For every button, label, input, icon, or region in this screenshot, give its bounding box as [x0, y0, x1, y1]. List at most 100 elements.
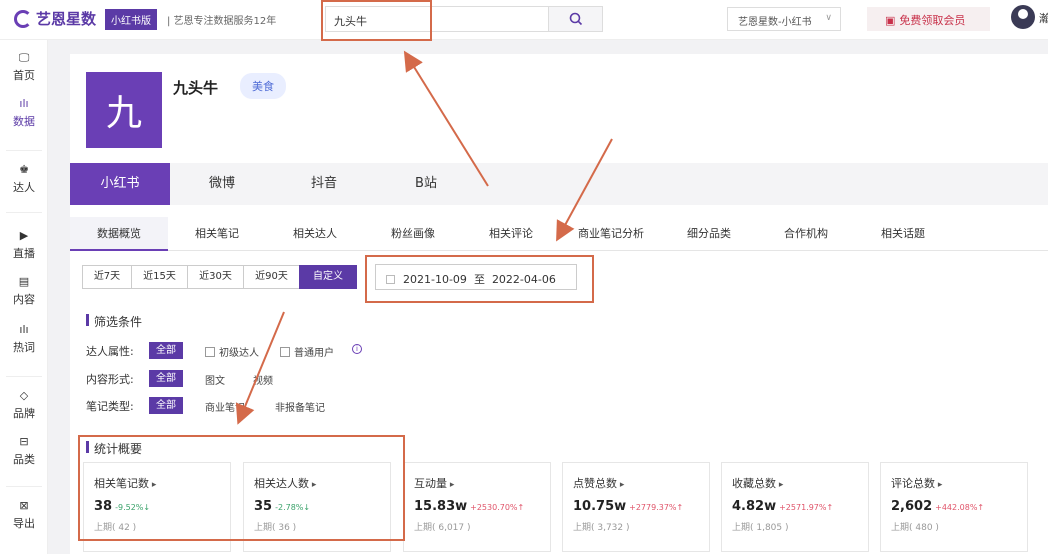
app-select-value: 艺恩星数-小红书 — [738, 17, 812, 28]
tab-data-overview[interactable]: 数据概览 — [70, 217, 168, 251]
search-icon — [569, 12, 582, 26]
logo[interactable]: 艺恩星数 — [14, 8, 96, 29]
brand-name: 九头牛 — [173, 79, 219, 97]
checkbox-icon — [280, 347, 290, 357]
search-highlight-box — [321, 0, 432, 41]
stat-value-row: 10.75w +2779.37%↑ — [573, 499, 683, 514]
stat-change: +2571.97%↑ — [779, 503, 834, 512]
sidebar-item-label: 品牌 — [13, 407, 35, 420]
divider — [6, 376, 42, 377]
main-panel: 九 九头牛 美食 小红书 微博 抖音 B站 数据概览 相关笔记 相关达人 粉丝画… — [70, 54, 1048, 554]
sidebar-item-data[interactable]: ılı 数据 — [0, 98, 48, 129]
stat-value-row: 15.83w +2530.70%↑ — [414, 499, 524, 514]
stat-card-interactions[interactable]: 互动量 15.83w+2530.70%↑ 上期( 6,017 ) — [403, 462, 551, 552]
filter-all-format[interactable]: 全部 — [149, 370, 183, 387]
sidebar: 🖵 首页 ılı 数据 ♚ 达人 ▶ 直播 ▤ 内容 ılı 热词 ◇ 品牌 ⊟ 品类 ⊠ 导出 — [0, 40, 48, 554]
option-label: 普通用户 — [294, 348, 334, 359]
stat-previous: 上期( 480 ) — [891, 523, 939, 533]
user-name[interactable]: 瀚 — [1039, 10, 1048, 26]
sidebar-item-brand[interactable]: ◇ 品牌 — [0, 390, 48, 421]
stat-value: 15.83w — [414, 499, 468, 514]
stat-value: 10.75w — [573, 499, 627, 514]
monitor-icon: 🖵 — [18, 51, 30, 64]
filter-option-junior[interactable]: 初级达人 — [205, 344, 259, 359]
tab-bilibili[interactable]: B站 — [376, 163, 476, 205]
sidebar-item-home[interactable]: 🖵 首页 — [0, 52, 48, 83]
search-button[interactable] — [549, 6, 603, 32]
vip-button[interactable]: ▣ 免费领取会员 — [867, 7, 990, 31]
tab-douyin[interactable]: 抖音 — [274, 163, 374, 205]
tab-fan-profile[interactable]: 粉丝画像 — [378, 217, 448, 251]
stat-previous: 上期( 3,732 ) — [573, 523, 630, 533]
stat-value-row: 4.82w +2571.97%↑ — [732, 499, 833, 514]
sidebar-item-label: 内容 — [13, 293, 35, 306]
stat-previous: 上期( 6,017 ) — [414, 523, 471, 533]
slogan: | 艺恩专注数据服务12年 — [167, 16, 277, 27]
stat-card-likes[interactable]: 点赞总数 10.75w+2779.37%↑ 上期( 3,732 ) — [562, 462, 710, 552]
filter-option-image-text[interactable]: 图文 — [205, 372, 225, 387]
stat-value-row: 2,602 +442.08%↑ — [891, 499, 984, 514]
range-15d-button[interactable]: 近15天 — [131, 265, 188, 289]
range-custom-button[interactable]: 自定义 — [299, 265, 357, 289]
stat-change: +442.08%↑ — [935, 503, 985, 512]
divider — [6, 150, 42, 151]
stat-previous: 上期( 1,805 ) — [732, 523, 789, 533]
stat-card-comments[interactable]: 评论总数 2,602+442.08%↑ 上期( 480 ) — [880, 462, 1028, 552]
person-icon: ♚ — [19, 163, 29, 176]
stat-card-favorites[interactable]: 收藏总数 4.82w+2571.97%↑ 上期( 1,805 ) — [721, 462, 869, 552]
app-select[interactable]: 艺恩星数-小红书 ∨ — [727, 7, 841, 31]
sidebar-item-label: 品类 — [13, 453, 35, 466]
sidebar-item-category[interactable]: ⊟ 品类 — [0, 436, 48, 467]
filter-all-influencer[interactable]: 全部 — [149, 342, 183, 359]
stat-change: +2530.70%↑ — [470, 503, 525, 512]
gift-icon: ▣ — [885, 14, 896, 27]
vip-label: 免费领取会员 — [899, 14, 966, 27]
sidebar-item-label: 首页 — [13, 69, 35, 82]
sidebar-item-label: 数据 — [13, 115, 35, 128]
logo-mark-icon — [14, 9, 32, 28]
tab-related-topics[interactable]: 相关话题 — [868, 217, 938, 251]
range-90d-button[interactable]: 近90天 — [243, 265, 300, 289]
sidebar-item-live[interactable]: ▶ 直播 — [0, 230, 48, 261]
chevron-down-icon: ∨ — [825, 13, 832, 23]
sidebar-item-influencer[interactable]: ♚ 达人 — [0, 164, 48, 195]
filter-label-influencer: 达人属性: — [86, 345, 134, 358]
range-30d-button[interactable]: 近30天 — [187, 265, 244, 289]
filter-option-commercial[interactable]: 商业笔记 — [205, 399, 245, 414]
filter-option-unreported[interactable]: 非报备笔记 — [275, 399, 325, 414]
avatar[interactable] — [1011, 5, 1035, 29]
tab-commercial-notes[interactable]: 商业笔记分析 — [567, 217, 655, 251]
bar-chart-icon: ılı — [19, 323, 29, 336]
date-range-buttons: 近7天 近15天 近30天 近90天 自定义 — [82, 265, 357, 289]
edition-tag: 小红书版 — [105, 9, 157, 30]
date-highlight-box — [365, 255, 594, 303]
info-icon[interactable]: i — [352, 344, 362, 354]
bar-chart-icon: ılı — [19, 97, 29, 110]
sidebar-item-export[interactable]: ⊠ 导出 — [0, 500, 48, 531]
filter-label-format: 内容形式: — [86, 373, 134, 386]
sidebar-item-label: 直播 — [13, 247, 35, 260]
sidebar-item-content[interactable]: ▤ 内容 — [0, 276, 48, 307]
option-label: 初级达人 — [219, 348, 259, 359]
box-icon: ⊟ — [19, 435, 29, 448]
tab-related-notes[interactable]: 相关笔记 — [182, 217, 252, 251]
tab-xiaohongshu[interactable]: 小红书 — [70, 163, 170, 205]
diamond-icon: ◇ — [19, 389, 29, 402]
stat-title: 点赞总数 — [573, 475, 624, 491]
excel-icon: ⊠ — [19, 499, 29, 512]
sub-tabs: 数据概览 相关笔记 相关达人 粉丝画像 相关评论 商业笔记分析 细分品类 合作机… — [70, 217, 1048, 251]
tab-subcategories[interactable]: 细分品类 — [674, 217, 744, 251]
filter-all-note-type[interactable]: 全部 — [149, 397, 183, 414]
stat-change: +2779.37%↑ — [629, 503, 684, 512]
divider — [6, 486, 42, 487]
tab-related-influencers[interactable]: 相关达人 — [280, 217, 350, 251]
tab-related-comments[interactable]: 相关评论 — [476, 217, 546, 251]
sidebar-item-hotwords[interactable]: ılı 热词 — [0, 324, 48, 355]
filter-option-normal[interactable]: 普通用户 — [280, 344, 334, 359]
filter-section-title: 筛选条件 — [86, 313, 142, 330]
sidebar-item-label: 热词 — [13, 341, 35, 354]
filter-option-video[interactable]: 视频 — [253, 372, 273, 387]
tab-weibo[interactable]: 微博 — [172, 163, 272, 205]
range-7d-button[interactable]: 近7天 — [82, 265, 132, 289]
tab-agencies[interactable]: 合作机构 — [771, 217, 841, 251]
